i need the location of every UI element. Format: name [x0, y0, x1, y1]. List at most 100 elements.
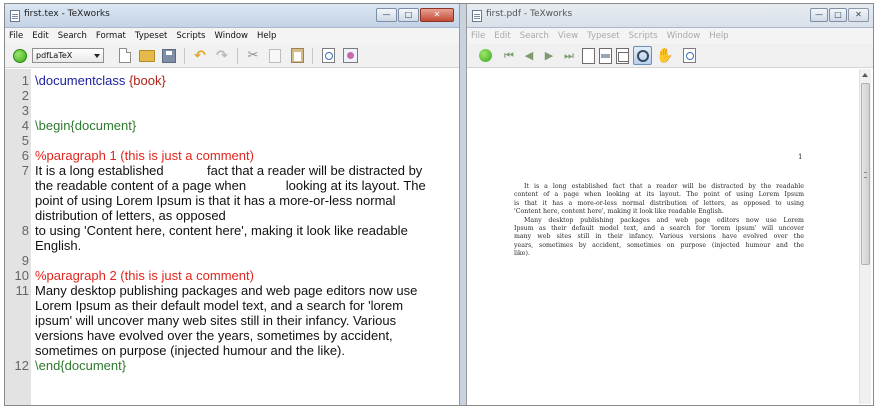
engine-select-value: pdfLaTeX: [36, 51, 73, 60]
menu-file[interactable]: File: [471, 31, 485, 41]
engine-select[interactable]: pdfLaTeX: [32, 48, 104, 63]
minimize-button[interactable]: —: [376, 8, 397, 22]
undo-icon[interactable]: ↶: [191, 47, 209, 65]
typeset-play-icon[interactable]: [479, 49, 492, 62]
next-page-icon[interactable]: ▶: [542, 49, 556, 63]
menu-scripts[interactable]: Scripts: [629, 31, 658, 41]
maximize-button[interactable]: □: [829, 8, 847, 22]
save-button[interactable]: [160, 47, 178, 65]
code-text: \end{document}: [35, 358, 126, 373]
pdf-text-line: many web sites still in their infancy. V…: [514, 233, 804, 241]
code-text: distribution of letters, as opposed: [35, 208, 226, 223]
maximize-button[interactable]: □: [398, 8, 419, 22]
new-document-button[interactable]: [116, 47, 134, 65]
menu-help[interactable]: Help: [709, 31, 728, 41]
code-text: It is a long established fact that a rea…: [35, 163, 422, 178]
code-token: \documentclass: [35, 73, 129, 88]
minimize-button[interactable]: —: [810, 8, 828, 22]
line-number: 1: [21, 73, 29, 88]
pdf-window-controls: — □ ✕: [809, 8, 869, 23]
code-token: the readable content of a page when look…: [35, 178, 426, 193]
open-button[interactable]: [138, 47, 156, 65]
tex-window-controls: — □ ✕: [375, 8, 454, 23]
replace-icon: [342, 48, 358, 63]
redo-icon[interactable]: ↷: [213, 47, 231, 65]
first-page-icon[interactable]: ⏮: [502, 49, 516, 63]
pdf-titlebar[interactable]: first.pdf - TeXworks — □ ✕: [467, 4, 873, 28]
pdf-toolbar: ⏮ ◀ ▶ ⏭ ✋: [467, 44, 873, 68]
menu-search[interactable]: Search: [520, 31, 549, 41]
replace-button[interactable]: [341, 47, 359, 65]
menu-search[interactable]: Search: [58, 31, 87, 41]
document-icon: [10, 10, 20, 22]
code-token: %paragraph 2 (this is just a comment): [35, 268, 254, 283]
menu-typeset[interactable]: Typeset: [135, 31, 168, 41]
line-number: 4: [21, 118, 29, 133]
code-text: Lorem Ipsum as their default model text,…: [35, 298, 403, 313]
fit-width-icon[interactable]: [599, 47, 612, 64]
paste-icon: [290, 48, 304, 63]
pdf-scrollbar[interactable]: [859, 69, 871, 404]
source-editor[interactable]: 1 \documentclass {book} 2 3 4 \begin{document…: [5, 69, 459, 405]
code-text: versions have evolved over the years, so…: [35, 328, 393, 343]
menu-format[interactable]: Format: [96, 31, 126, 41]
code-token: English.: [35, 238, 82, 253]
close-button[interactable]: ✕: [420, 8, 454, 22]
code-token: sometimes on purpose (injected humour an…: [35, 343, 345, 358]
menu-window[interactable]: Window: [214, 31, 248, 41]
paste-button[interactable]: [288, 47, 306, 65]
code-token: \end{document}: [35, 358, 127, 373]
find-button[interactable]: [319, 47, 337, 65]
toolbar-separator: [312, 47, 313, 64]
scroll-thumb[interactable]: [861, 83, 870, 265]
code-text: the readable content of a page when look…: [35, 178, 426, 193]
menu-edit[interactable]: Edit: [32, 31, 48, 41]
code-token: It is a long established fact that a rea…: [35, 163, 423, 178]
pdf-text-line: like).: [514, 250, 530, 258]
line-number: 3: [21, 103, 29, 118]
code-token: distribution of letters, as opposed: [35, 208, 226, 223]
menu-help[interactable]: Help: [257, 31, 276, 41]
menu-scripts[interactable]: Scripts: [176, 31, 205, 41]
code-token: to using 'Content here, content here', m…: [35, 223, 408, 238]
code-token: ipsum' will uncover many web sites still…: [35, 313, 397, 328]
scroll-up-icon[interactable]: [862, 73, 868, 77]
pdf-page-view[interactable]: 1 It is a long established fact that a r…: [467, 69, 873, 405]
tex-titlebar[interactable]: first.tex - TeXworks — □ ✕: [5, 4, 459, 28]
magnify-icon[interactable]: [633, 46, 652, 65]
code-token: Many desktop publishing packages and web…: [35, 283, 418, 298]
code-text: %paragraph 1 (this is just a comment): [35, 148, 254, 163]
fit-window-icon[interactable]: [616, 47, 629, 64]
code-text: \begin{document}: [35, 118, 136, 133]
menu-edit[interactable]: Edit: [494, 31, 510, 41]
tex-window-title: first.tex - TeXworks: [24, 9, 110, 19]
toolbar-separator: [237, 47, 238, 64]
copy-icon: [269, 48, 281, 63]
menu-view[interactable]: View: [558, 31, 578, 41]
menu-window[interactable]: Window: [667, 31, 701, 41]
typeset-play-icon[interactable]: [13, 48, 27, 63]
menu-typeset[interactable]: Typeset: [587, 31, 620, 41]
pdf-text-line: is that it has a more-or-less normal dis…: [514, 199, 804, 207]
toolbar-separator: [184, 47, 185, 64]
find-icon: [321, 48, 335, 63]
close-button[interactable]: ✕: [848, 8, 869, 22]
code-token: Lorem Ipsum as their default model text,…: [35, 298, 404, 313]
code-text: \documentclass {book}: [35, 73, 166, 88]
line-number: 12: [14, 358, 29, 373]
last-page-icon[interactable]: ⏭: [562, 49, 576, 63]
pdf-text-line: Many desktop publishing packages and web…: [524, 216, 804, 224]
previous-page-icon[interactable]: ◀: [522, 49, 536, 63]
tex-editor-window: first.tex - TeXworks — □ ✕ File Edit Sea…: [5, 4, 460, 405]
find-icon[interactable]: [683, 48, 697, 63]
hand-tool-icon[interactable]: ✋: [656, 48, 673, 64]
actual-size-icon[interactable]: [582, 47, 595, 64]
line-number: 7: [21, 163, 29, 178]
pdf-text-line: content of a page when looking at its la…: [514, 191, 804, 199]
menu-file[interactable]: File: [9, 31, 23, 41]
line-number: 11: [15, 283, 30, 298]
cut-icon[interactable]: ✂: [244, 47, 262, 65]
code-text: sometimes on purpose (injected humour an…: [35, 343, 345, 358]
pdf-preview-window: first.pdf - TeXworks — □ ✕ File Edit Sea…: [466, 4, 873, 405]
copy-button[interactable]: [266, 47, 284, 65]
